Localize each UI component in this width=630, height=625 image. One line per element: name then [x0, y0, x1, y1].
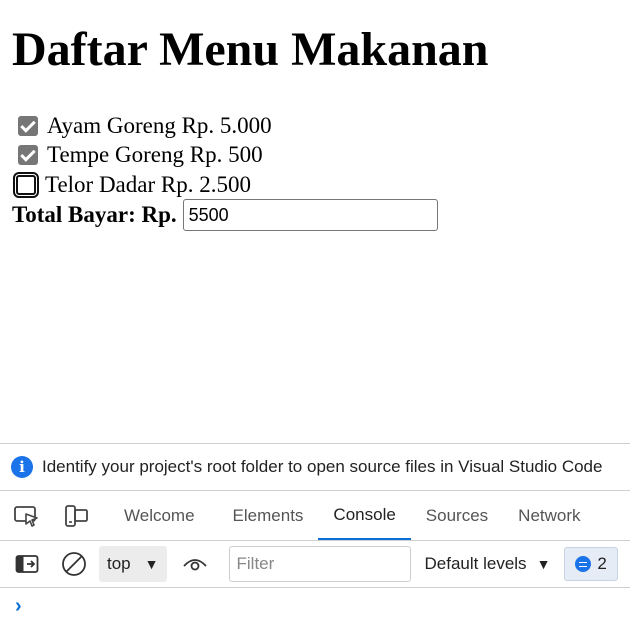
page-title: Daftar Menu Makanan [12, 23, 489, 76]
total-row: Total Bayar: Rp. [12, 199, 438, 231]
total-label: Total Bayar: Rp. [12, 202, 177, 227]
info-message: Identify your project's root folder to o… [42, 457, 603, 476]
prompt-chevron-icon: › [15, 595, 22, 617]
checkbox-telor-dadar[interactable] [13, 171, 39, 198]
issues-count: 2 [597, 554, 607, 573]
issues-message-icon [575, 556, 592, 572]
log-levels-select[interactable]: Default levels ▼ [425, 554, 551, 574]
console-toolbar: top ▼ Default levels ▼ 2 [0, 541, 630, 588]
inspect-element-icon[interactable] [0, 491, 52, 540]
menu-item-telor-dadar[interactable]: Telor Dadar Rp. 2.500 [12, 170, 251, 199]
caret-down-icon: ▼ [144, 556, 159, 572]
info-icon: i [11, 456, 33, 478]
context-select-value: top [107, 554, 131, 573]
tab-welcome[interactable]: Welcome [109, 491, 210, 540]
clear-console-icon[interactable] [54, 544, 94, 584]
log-levels-label: Default levels [424, 554, 527, 573]
issues-badge[interactable]: 2 [564, 547, 618, 581]
page-viewport: Daftar Menu Makanan Ayam Goreng Rp. 5.00… [0, 0, 630, 443]
context-select[interactable]: top ▼ [99, 546, 167, 582]
tab-sources[interactable]: Sources [411, 491, 503, 540]
tab-console[interactable]: Console [318, 491, 411, 540]
menu-item-label: Ayam Goreng Rp. 5.000 [47, 112, 272, 138]
live-expression-eye-icon[interactable] [175, 544, 215, 584]
caret-down-icon: ▼ [536, 556, 551, 572]
devtools-panel: i Identify your project's root folder to… [0, 443, 630, 624]
info-bar: i Identify your project's root folder to… [0, 444, 630, 491]
menu-item-label: Telor Dadar Rp. 2.500 [45, 171, 251, 197]
device-emulation-icon[interactable] [52, 491, 100, 540]
console-prompt[interactable]: › [0, 588, 630, 625]
filter-input[interactable] [228, 546, 411, 582]
toggle-sidebar-icon[interactable] [7, 544, 47, 584]
menu-item-ayam-goreng[interactable]: Ayam Goreng Rp. 5.000 [12, 111, 272, 140]
tab-network[interactable]: Network [503, 491, 595, 540]
checkbox-ayam-goreng[interactable] [18, 115, 38, 136]
menu-item-label: Tempe Goreng Rp. 500 [47, 141, 263, 167]
checkbox-tempe-goreng[interactable] [18, 144, 38, 165]
tab-elements[interactable]: Elements [218, 491, 319, 540]
menu-item-tempe-goreng[interactable]: Tempe Goreng Rp. 500 [12, 140, 263, 169]
devtools-tab-bar: Welcome Elements Console Sources Network [0, 491, 630, 541]
total-input[interactable] [182, 199, 438, 231]
